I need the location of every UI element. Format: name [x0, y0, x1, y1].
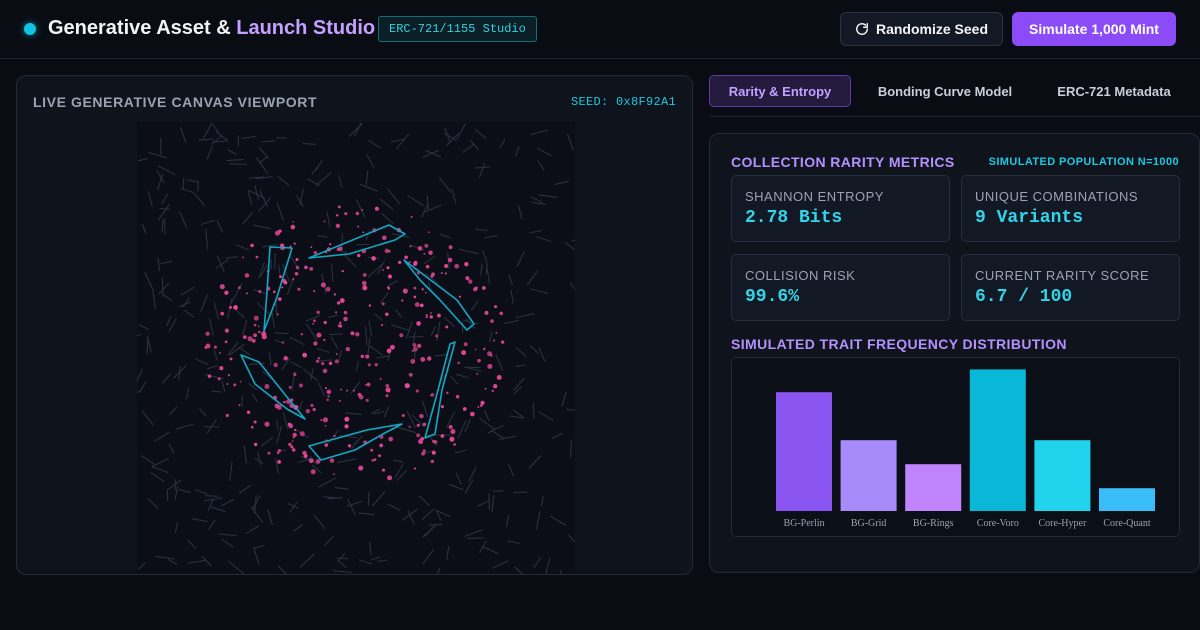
seed-value: SEED: 0x8F92A1	[570, 95, 676, 109]
bar-label: BG-Grid	[851, 518, 887, 529]
bar-bg-perlin	[776, 392, 832, 511]
trait-frequency-chart: BG-Perlin BG-Grid BG-Rings Core-Voro Core-Hy…	[731, 357, 1180, 537]
metrics-title: COLLECTION RARITY METRICS	[731, 154, 955, 170]
bar-bg-grid	[840, 440, 897, 511]
app-title-part2: Launch Studio	[236, 17, 376, 39]
status-dot-icon	[24, 23, 36, 35]
canvas-panel: LIVE GENERATIVE CANVAS VIEWPORT SEED: 0x…	[16, 75, 693, 575]
metric-card-collision: COLLISION RISK 99.6%	[731, 254, 950, 321]
population-label: SIMULATED POPULATION N=1000	[988, 156, 1179, 168]
refresh-icon	[856, 23, 868, 35]
metric-value: 6.7 / 100	[975, 287, 1073, 307]
bar-label: Core-Quant	[1103, 518, 1150, 529]
metric-value: 2.78 Bits	[745, 208, 843, 228]
generative-canvas[interactable]	[137, 122, 575, 575]
metric-value: 9 Variants	[975, 208, 1084, 228]
metric-card-combinations: UNIQUE COMBINATIONS 9 Variants	[961, 175, 1180, 242]
metric-label: CURRENT RARITY SCORE	[975, 268, 1150, 283]
distribution-title: SIMULATED TRAIT FREQUENCY DISTRIBUTION	[731, 336, 1067, 352]
tab-bonding-curve[interactable]: Bonding Curve Model	[865, 75, 1025, 107]
randomize-seed-label: Randomize Seed	[875, 21, 989, 37]
tab-erc721-metadata[interactable]: ERC-721 Metadata	[1044, 75, 1184, 107]
metric-label: SHANNON ENTROPY	[745, 189, 884, 204]
bar-core-hyper	[1034, 440, 1091, 511]
metric-label: UNIQUE COMBINATIONS	[975, 189, 1139, 204]
bar-core-voro	[969, 369, 1026, 511]
canvas-title: LIVE GENERATIVE CANVAS VIEWPORT	[33, 94, 318, 110]
tab-bar: Rarity & Entropy Bonding Curve Model ERC…	[709, 75, 1200, 117]
bar-label: Core-Hyper	[1039, 518, 1087, 529]
metrics-panel: COLLECTION RARITY METRICS SIMULATED POPU…	[709, 133, 1200, 573]
bar-core-quant	[1099, 488, 1155, 511]
metric-label: COLLISION RISK	[745, 268, 856, 283]
standard-badge: ERC-721/1155 Studio	[378, 16, 537, 42]
metric-value: 99.6%	[745, 287, 800, 307]
tab-rarity-entropy[interactable]: Rarity & Entropy	[709, 75, 851, 107]
bar-label: Core-Voro	[977, 518, 1019, 529]
bar-label: BG-Perlin	[783, 518, 824, 529]
bar-bg-rings	[905, 464, 962, 511]
trait-frequency-svg: BG-Perlin BG-Grid BG-Rings Core-Voro Core-Hy…	[776, 369, 1155, 529]
randomize-seed-button[interactable]: Randomize Seed	[840, 12, 1003, 46]
simulate-mint-button[interactable]: Simulate 1,000 Mint	[1012, 12, 1176, 46]
top-bar: Generative Asset & Launch Studio ERC-721…	[0, 0, 1200, 59]
bar-label: BG-Rings	[913, 518, 954, 529]
metric-card-rarity-score: CURRENT RARITY SCORE 6.7 / 100	[961, 254, 1180, 321]
app-title-part1: Generative Asset &	[48, 17, 237, 39]
metric-card-entropy: SHANNON ENTROPY 2.78 Bits	[731, 175, 950, 242]
app-title: Generative Asset & Launch Studio	[48, 17, 375, 40]
